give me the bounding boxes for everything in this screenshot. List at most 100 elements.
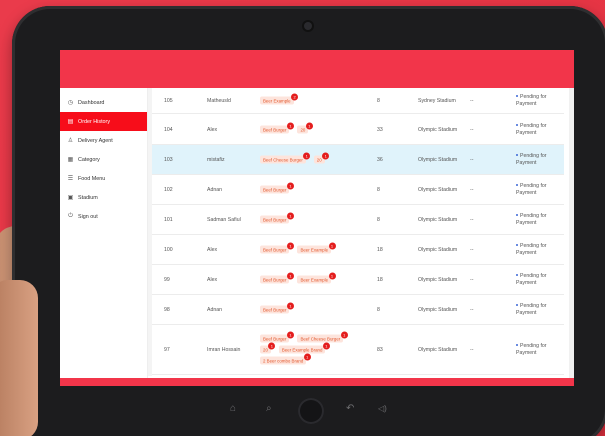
- item-count-badge: 1: [305, 122, 313, 129]
- sidebar-item-order-history[interactable]: ▤ Order History: [60, 112, 147, 131]
- item-count-badge: 1: [286, 242, 294, 249]
- table-row[interactable]: 102 Adnan Beef Burger 1 8 Olympic Stadium -- Pe…: [152, 175, 564, 205]
- sidebar-item-dashboard[interactable]: ◷ Dashboard: [60, 93, 147, 112]
- order-id: 104: [164, 126, 173, 133]
- status-badge: Pending for Payment: [516, 153, 568, 167]
- customer-name: Alex: [207, 276, 218, 283]
- seat-info: --: [470, 276, 474, 283]
- sidebar-item-food-menu[interactable]: ☰ Food Menu: [60, 169, 147, 188]
- status-dot-icon: [516, 184, 518, 187]
- venue-name: Olympic Stadium: [418, 306, 458, 313]
- back-icon[interactable]: ↶: [346, 403, 354, 414]
- item-count-badge: 1: [303, 152, 311, 159]
- status-text: Pending for Payment: [516, 342, 547, 356]
- status-text: Pending for Payment: [516, 152, 547, 166]
- order-items: Beef Burger 1 Beer Example 1: [260, 242, 360, 255]
- seat-info: --: [470, 246, 474, 253]
- sidebar-item-label: Stadium: [78, 194, 98, 201]
- customer-name: mistafiz: [207, 156, 225, 163]
- item-count-badge: 1: [286, 302, 294, 309]
- seat-info: --: [470, 186, 474, 193]
- order-total: 18: [377, 276, 383, 283]
- item-tag-label: 20: [300, 127, 306, 132]
- order-total: 8: [377, 97, 380, 104]
- home-icon[interactable]: ⌂: [230, 403, 236, 414]
- sidebar-item-label: Order History: [78, 118, 111, 125]
- item-tag-label: Beer Example: [300, 247, 329, 252]
- order-total: 8: [377, 306, 380, 313]
- customer-name: Matheusld: [207, 97, 231, 104]
- top-header-bar: [60, 50, 574, 88]
- item-tag: Beef Burger 1: [260, 242, 294, 254]
- status-dot-icon: [516, 95, 518, 98]
- status-text: Pending for Payment: [516, 182, 547, 196]
- status-badge: Pending for Payment: [516, 243, 568, 257]
- table-row[interactable]: 103 mistafiz Beef Cheese Burger 1 20 1 36 Olymp…: [152, 145, 564, 175]
- item-count-badge: 2: [291, 93, 299, 100]
- order-id: 99: [164, 276, 170, 283]
- item-tag: Beef Cheese Burger 1: [260, 152, 311, 164]
- item-count-badge: 1: [286, 331, 294, 338]
- order-total: 83: [377, 346, 383, 353]
- seat-info: --: [470, 156, 474, 163]
- venue-name: Sydney Stadium: [418, 97, 456, 104]
- main-scrollbar[interactable]: [569, 88, 574, 386]
- order-id: 102: [164, 186, 173, 193]
- table-row[interactable]: 105 Matheusld Beer Example 2 8 Sydney Stadium…: [152, 88, 564, 114]
- table-row[interactable]: 101 Sadman Safiul Beef Burger 1 8 Olympic Sta…: [152, 205, 564, 235]
- order-total: 8: [377, 186, 380, 193]
- order-id: 98: [164, 306, 170, 313]
- item-tag: Beef Burger 1: [260, 182, 294, 194]
- item-count-badge: 1: [286, 272, 294, 279]
- table-row[interactable]: 99 Alex Beef Burger 1 Beer Example 1 18 Olympic…: [152, 265, 564, 295]
- customer-name: Alex: [207, 246, 218, 253]
- item-tag-label: Beer Example Brand: [281, 347, 323, 352]
- order-items: Beer Example 2: [260, 93, 360, 106]
- sidebar-item-sign-out[interactable]: ⏻ Sign out: [60, 207, 147, 226]
- menu-icon: ☰: [67, 176, 74, 182]
- seat-info: --: [470, 126, 474, 133]
- customer-name: Sadman Safiul: [207, 216, 241, 223]
- customer-name: Alex: [207, 126, 218, 133]
- item-count-badge: 1: [286, 182, 294, 189]
- table-row[interactable]: 100 Alex Beef Burger 1 Beer Example 1 18 Olympi…: [152, 235, 564, 265]
- item-tag-label: 2 Beer combo Brand: [263, 358, 304, 363]
- sidebar-item-label: Food Menu: [78, 175, 106, 182]
- seat-info: --: [470, 346, 474, 353]
- order-items: Beef Burger 1 Beef Cheese Burger 1 20 1 Beer E…: [260, 331, 360, 366]
- table-row[interactable]: 97 Imran Hossain Beef Burger 1 Beef Cheese B…: [152, 325, 564, 375]
- bottom-accent-bar: [60, 378, 574, 386]
- sidebar-item-delivery-agent[interactable]: ♙ Delivery Agent: [60, 131, 147, 150]
- camera-icon: [304, 22, 312, 30]
- sidebar-item-label: Category: [78, 156, 100, 163]
- status-text: Pending for Payment: [516, 122, 547, 136]
- item-tag: Beef Burger 1: [260, 302, 294, 314]
- search-icon[interactable]: ⌕: [266, 403, 272, 414]
- order-total: 36: [377, 156, 383, 163]
- table-row[interactable]: 104 Alex Beef Burger 1 20 1 33 Olympic Stadium -…: [152, 115, 564, 145]
- item-tag-label: Beer Example: [263, 98, 291, 103]
- order-id: 100: [164, 246, 173, 253]
- sidebar-item-label: Dashboard: [78, 99, 105, 106]
- customer-name: Imran Hossain: [207, 346, 241, 353]
- item-count-badge: 1: [322, 152, 330, 159]
- sidebar-item-stadium[interactable]: ▣ Stadium: [60, 188, 147, 207]
- venue-name: Olympic Stadium: [418, 216, 458, 223]
- item-tag: Beer Example Brand 1: [278, 342, 330, 354]
- sidebar-item-label: Delivery Agent: [78, 137, 113, 144]
- item-count-badge: 1: [303, 353, 311, 360]
- order-items: Beef Burger 1 Beer Example 1: [260, 272, 360, 285]
- status-dot-icon: [516, 154, 518, 157]
- order-items: Beef Burger 1: [260, 302, 360, 315]
- grid-icon: ▦: [67, 157, 74, 163]
- volume-icon[interactable]: ◁): [378, 404, 387, 413]
- seat-info: --: [470, 97, 474, 104]
- order-items: Beef Burger 1: [260, 212, 360, 225]
- home-button[interactable]: [298, 398, 324, 424]
- order-id: 103: [164, 156, 173, 163]
- item-tag: Beef Burger 1: [260, 331, 294, 343]
- sidebar-item-category[interactable]: ▦ Category: [60, 150, 147, 169]
- table-row[interactable]: 98 Adnan Beef Burger 1 8 Olympic Stadium -- Pen…: [152, 295, 564, 325]
- status-badge: Pending for Payment: [516, 123, 568, 137]
- order-total: 8: [377, 216, 380, 223]
